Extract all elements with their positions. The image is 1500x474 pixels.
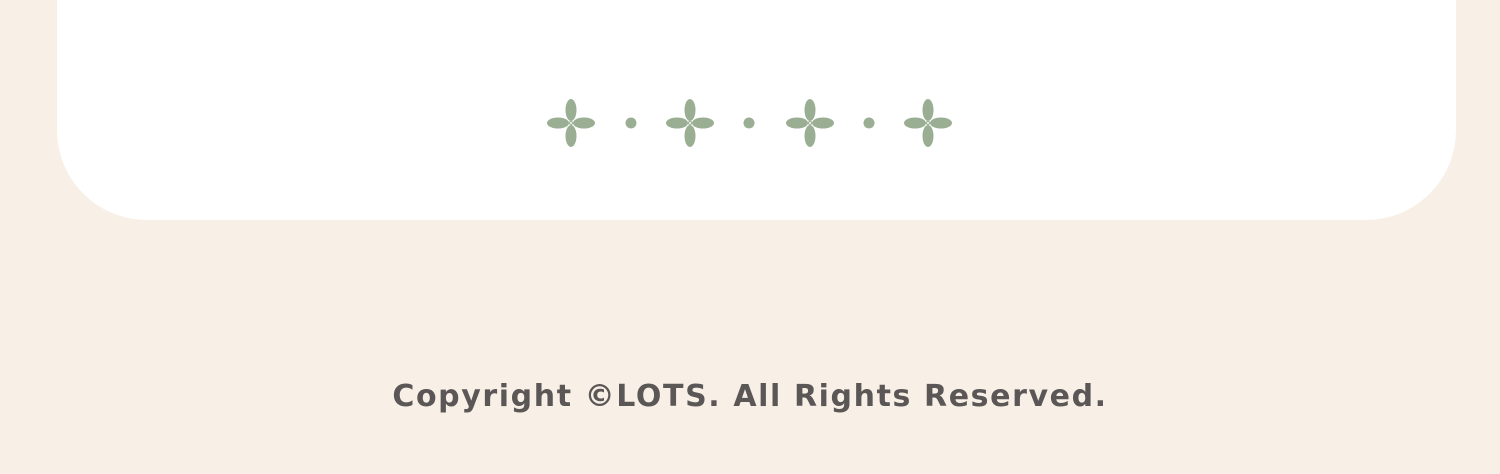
dot-icon xyxy=(743,117,754,129)
dot-icon xyxy=(863,117,874,129)
flower-divider-graphic xyxy=(546,99,952,147)
content-card xyxy=(57,0,1456,220)
copyright-text: Copyright ©LOTS. All Rights Reserved. xyxy=(392,379,1108,414)
flower-divider xyxy=(57,96,1456,150)
dot-icon xyxy=(625,117,636,129)
